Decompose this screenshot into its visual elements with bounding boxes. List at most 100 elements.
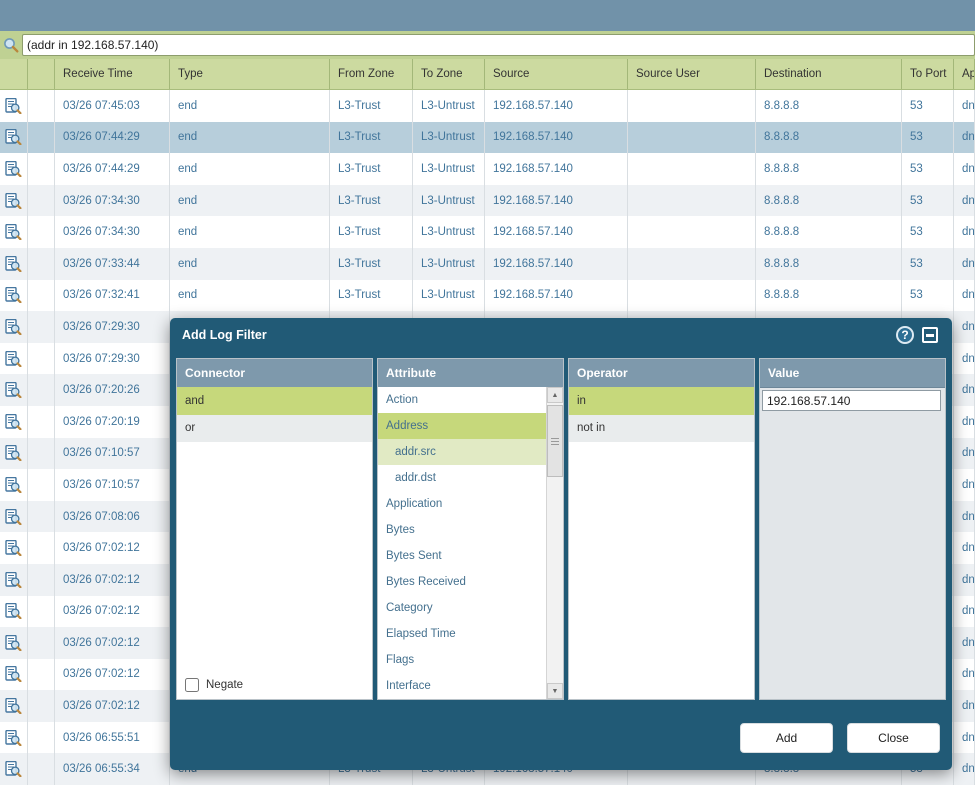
log-detail-icon[interactable] [0, 121, 28, 154]
top-toolbar [0, 0, 975, 32]
attribute-option-Application[interactable]: Application [378, 491, 547, 517]
cell-application: dns [954, 153, 975, 185]
flag-cell [28, 690, 55, 722]
cell-type: end [170, 247, 330, 280]
scroll-up-icon[interactable]: ▲ [547, 387, 563, 403]
log-row[interactable]: 03/26 07:34:30 end L3-Trust L3-Untrust 192.1… [0, 216, 975, 248]
value-column: Value [759, 358, 946, 700]
attribute-scrollbar[interactable]: ▲ ▼ [546, 387, 563, 699]
cell-receive_time: 03/26 07:32:41 [55, 279, 170, 312]
cell-source_user [628, 121, 756, 154]
scrollbar-thumb[interactable] [547, 405, 563, 477]
scroll-down-icon[interactable]: ▼ [547, 683, 563, 699]
operator-column: Operator in not in [568, 358, 755, 700]
attribute-option-Interface[interactable]: Interface [378, 673, 547, 699]
log-detail-icon[interactable] [0, 90, 28, 122]
cell-to_zone: L3-Untrust [413, 216, 485, 248]
log-detail-icon[interactable] [0, 342, 28, 375]
value-input[interactable] [762, 390, 941, 411]
attribute-option-Action[interactable]: Action [378, 387, 547, 413]
log-detail-icon[interactable] [0, 563, 28, 596]
column-header-blank-0[interactable] [0, 59, 28, 89]
log-row[interactable]: 03/26 07:45:03 end L3-Trust L3-Untrust 192.1… [0, 90, 975, 122]
cell-application: dns [954, 121, 975, 154]
operator-option-not-in[interactable]: not in [569, 414, 754, 442]
column-header-blank-1[interactable] [28, 59, 55, 89]
cell-application: dns [954, 532, 975, 564]
operator-option-in[interactable]: in [569, 387, 754, 415]
log-filter-bar [0, 31, 975, 60]
filter-query-input[interactable] [22, 34, 975, 56]
log-detail-icon[interactable] [0, 500, 28, 533]
column-header-application[interactable]: Application [954, 59, 975, 89]
cell-source: 192.168.57.140 [485, 184, 628, 217]
column-header-to-port[interactable]: To Port [902, 59, 954, 89]
connector-option-and[interactable]: and [177, 387, 372, 415]
log-detail-icon[interactable] [0, 690, 28, 722]
cell-from_zone: L3-Trust [330, 247, 413, 280]
attribute-option-Bytes-Received[interactable]: Bytes Received [378, 569, 547, 595]
column-header-type[interactable]: Type [170, 59, 330, 89]
cell-source_user [628, 279, 756, 312]
cell-receive_time: 03/26 07:02:12 [55, 658, 170, 691]
attribute-option-Address[interactable]: Address [378, 413, 547, 439]
log-detail-icon[interactable] [0, 532, 28, 564]
log-detail-icon[interactable] [0, 721, 28, 754]
minimize-icon[interactable] [922, 327, 938, 343]
column-header-receive-time[interactable]: Receive Time [55, 59, 170, 89]
cell-receive_time: 03/26 07:45:03 [55, 90, 170, 122]
cell-application: dns [954, 216, 975, 248]
log-detail-icon[interactable] [0, 184, 28, 217]
column-header-source-user[interactable]: Source User [628, 59, 756, 89]
cell-receive_time: 03/26 07:08:06 [55, 500, 170, 533]
attribute-option-addr.dst[interactable]: addr.dst [378, 465, 547, 491]
log-row[interactable]: 03/26 07:44:29 end L3-Trust L3-Untrust 192.1… [0, 153, 975, 185]
log-row[interactable]: 03/26 07:32:41 end L3-Trust L3-Untrust 192.1… [0, 279, 975, 312]
connector-option-or[interactable]: or [177, 414, 372, 442]
log-row[interactable]: 03/26 07:33:44 end L3-Trust L3-Untrust 192.1… [0, 247, 975, 280]
cell-type: end [170, 279, 330, 312]
log-detail-icon[interactable] [0, 279, 28, 312]
cell-receive_time: 03/26 07:34:30 [55, 216, 170, 248]
log-detail-icon[interactable] [0, 247, 28, 280]
log-detail-icon[interactable] [0, 405, 28, 438]
cell-application: dns [954, 184, 975, 217]
log-row[interactable]: 03/26 07:34:30 end L3-Trust L3-Untrust 192.1… [0, 184, 975, 217]
log-detail-icon[interactable] [0, 658, 28, 691]
flag-cell [28, 469, 55, 501]
close-button[interactable]: Close [847, 723, 940, 753]
dialog-title: Add Log Filter [182, 328, 267, 342]
cell-to_zone: L3-Untrust [413, 90, 485, 122]
search-icon[interactable] [0, 37, 22, 53]
attribute-option-Elapsed-Time[interactable]: Elapsed Time [378, 621, 547, 647]
log-detail-icon[interactable] [0, 437, 28, 470]
attribute-option-Category[interactable]: Category [378, 595, 547, 621]
cell-source: 192.168.57.140 [485, 90, 628, 122]
cell-to_zone: L3-Untrust [413, 279, 485, 312]
log-row[interactable]: 03/26 07:44:29 end L3-Trust L3-Untrust 192.1… [0, 121, 975, 154]
log-detail-icon[interactable] [0, 311, 28, 343]
log-detail-icon[interactable] [0, 374, 28, 406]
cell-receive_time: 03/26 07:44:29 [55, 121, 170, 154]
cell-application: dns [954, 374, 975, 406]
attribute-option-Flags[interactable]: Flags [378, 647, 547, 673]
log-detail-icon[interactable] [0, 627, 28, 659]
log-detail-icon[interactable] [0, 469, 28, 501]
column-header-to-zone[interactable]: To Zone [413, 59, 485, 89]
attribute-option-Bytes-Sent[interactable]: Bytes Sent [378, 543, 547, 569]
attribute-option-Bytes[interactable]: Bytes [378, 517, 547, 543]
log-detail-icon[interactable] [0, 216, 28, 248]
column-header-source[interactable]: Source [485, 59, 628, 89]
help-icon[interactable]: ? [896, 326, 914, 344]
log-detail-icon[interactable] [0, 753, 28, 785]
column-header-from-zone[interactable]: From Zone [330, 59, 413, 89]
negate-checkbox[interactable] [185, 678, 199, 692]
negate-checkbox-row[interactable]: Negate [185, 678, 243, 692]
column-header-destination[interactable]: Destination [756, 59, 902, 89]
log-detail-icon[interactable] [0, 595, 28, 628]
cell-destination: 8.8.8.8 [756, 121, 902, 154]
log-detail-icon[interactable] [0, 153, 28, 185]
attribute-option-addr.src[interactable]: addr.src [378, 439, 547, 465]
cell-from_zone: L3-Trust [330, 279, 413, 312]
add-button[interactable]: Add [740, 723, 833, 753]
